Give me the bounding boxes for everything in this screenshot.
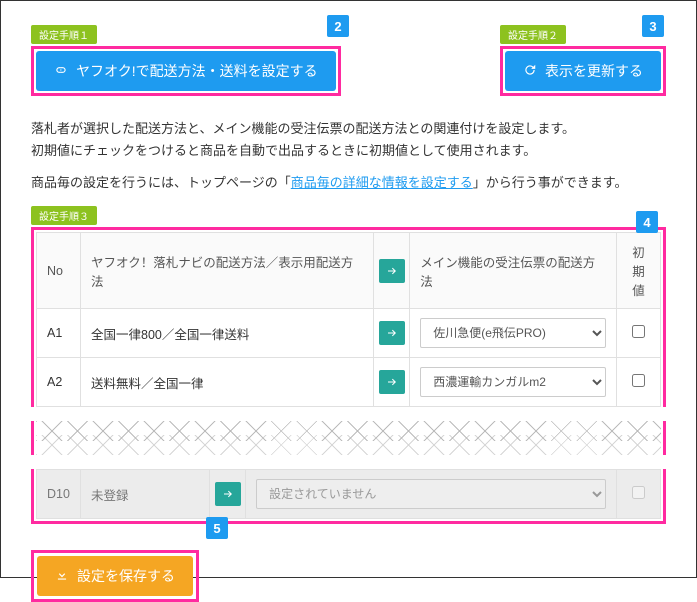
col-default: 初期値 [617,233,661,309]
cell-arrow [374,309,410,358]
col-arrow [374,233,410,309]
table-callout-bottom: D10 未登録 設定されていません [31,469,666,524]
step3-area: 設定手順３ No ヤフオク！落札ナビの配送方法／表示用配送方法 メイン機能の受注… [31,206,666,524]
step-label-1: 設定手順１ [31,25,97,44]
callout-badge-3: 3 [642,15,664,37]
shipping-table-bottom: D10 未登録 設定されていません [36,469,661,519]
table-row: A1 全国一律800／全国一律送料 佐川急便(e飛伝PRO) [37,309,661,358]
description-2: 商品毎の設定を行うには、トップページの「商品毎の詳細な情報を設定する」から行う事… [31,172,666,194]
omission-indicator [36,421,661,455]
callout-badge-4: 4 [636,211,658,233]
step1-col: 設定手順１ ヤフオク!で配送方法・送料を設定する [31,25,341,96]
desc-line3a: 商品毎の設定を行うには、トップページの「 [31,175,291,190]
desc-line1: 落札者が選択した配送方法と、メイン機能の受注伝票の配送方法との関連付けを設定しま… [31,121,575,136]
table-gap [31,421,666,455]
cell-method: 未登録 [81,470,210,519]
save-button-label: 設定を保存する [77,566,175,586]
desc-line2: 初期値にチェックをつけると商品を自動で出品するときに初期値として使用されます。 [31,143,536,158]
cell-method: 全国一律800／全国一律送料 [81,309,374,358]
shipping-select[interactable]: 佐川急便(e飛伝PRO) [420,318,606,348]
refresh-button[interactable]: 表示を更新する [505,51,661,91]
shipping-select[interactable]: 西濃運輸カンガルm2 [420,367,606,397]
arrow-button[interactable] [215,482,241,506]
arrow-button[interactable] [379,370,405,394]
save-button[interactable]: 設定を保存する [37,556,193,596]
download-icon [55,568,69,585]
link-icon [54,63,68,80]
cell-select: 西濃運輸カンガルm2 [410,358,617,407]
col-method: ヤフオク！落札ナビの配送方法／表示用配送方法 [81,233,374,309]
cell-select: 佐川急便(e飛伝PRO) [410,309,617,358]
refresh-button-label: 表示を更新する [545,61,643,81]
cell-no: D10 [37,470,81,519]
step-label-3: 設定手順３ [31,206,97,225]
configure-button[interactable]: ヤフオク!で配送方法・送料を設定する [36,51,336,91]
step2-col: 設定手順２ 表示を更新する [500,25,666,96]
col-main: メイン機能の受注伝票の配送方法 [410,233,617,309]
cell-method: 送料無料／全国一律 [81,358,374,407]
col-no: No [37,233,81,309]
desc-line3b: 」から行う事ができます。 [473,175,628,190]
callout-configure: ヤフオク!で配送方法・送料を設定する [31,46,341,96]
detail-settings-link[interactable]: 商品毎の詳細な情報を設定する [291,175,473,190]
cell-no: A2 [37,358,81,407]
refresh-icon [523,63,537,80]
callout-badge-2: 2 [327,15,349,37]
step-label-2: 設定手順２ [500,25,566,44]
cell-select: 設定されていません [246,470,617,519]
cell-arrow [210,470,246,519]
arrow-button-header[interactable] [379,259,405,283]
page-container: 2 3 4 5 設定手順１ ヤフオク!で配送方法・送料を設定する 設定手順２ [0,0,697,578]
shipping-table: No ヤフオク！落札ナビの配送方法／表示用配送方法 メイン機能の受注伝票の配送方… [36,232,661,407]
cell-default [617,470,661,519]
default-checkbox-disabled [632,486,645,499]
callout-refresh: 表示を更新する [500,46,666,96]
cell-default [617,309,661,358]
default-checkbox[interactable] [632,374,645,387]
save-area: 設定を保存する [31,550,666,602]
cell-no: A1 [37,309,81,358]
table-row: A2 送料無料／全国一律 西濃運輸カンガルm2 [37,358,661,407]
callout-save: 設定を保存する [31,550,199,602]
default-checkbox[interactable] [632,325,645,338]
table-row-disabled: D10 未登録 設定されていません [37,470,661,519]
cell-default [617,358,661,407]
cell-arrow [374,358,410,407]
callout-badge-5: 5 [206,517,228,539]
arrow-button[interactable] [379,321,405,345]
shipping-select-disabled[interactable]: 設定されていません [256,479,606,509]
table-callout-top: No ヤフオク！落札ナビの配送方法／表示用配送方法 メイン機能の受注伝票の配送方… [31,227,666,407]
description-1: 落札者が選択した配送方法と、メイン機能の受注伝票の配送方法との関連付けを設定しま… [31,118,666,162]
table-header-row: No ヤフオク！落札ナビの配送方法／表示用配送方法 メイン機能の受注伝票の配送方… [37,233,661,309]
configure-button-label: ヤフオク!で配送方法・送料を設定する [76,61,318,81]
